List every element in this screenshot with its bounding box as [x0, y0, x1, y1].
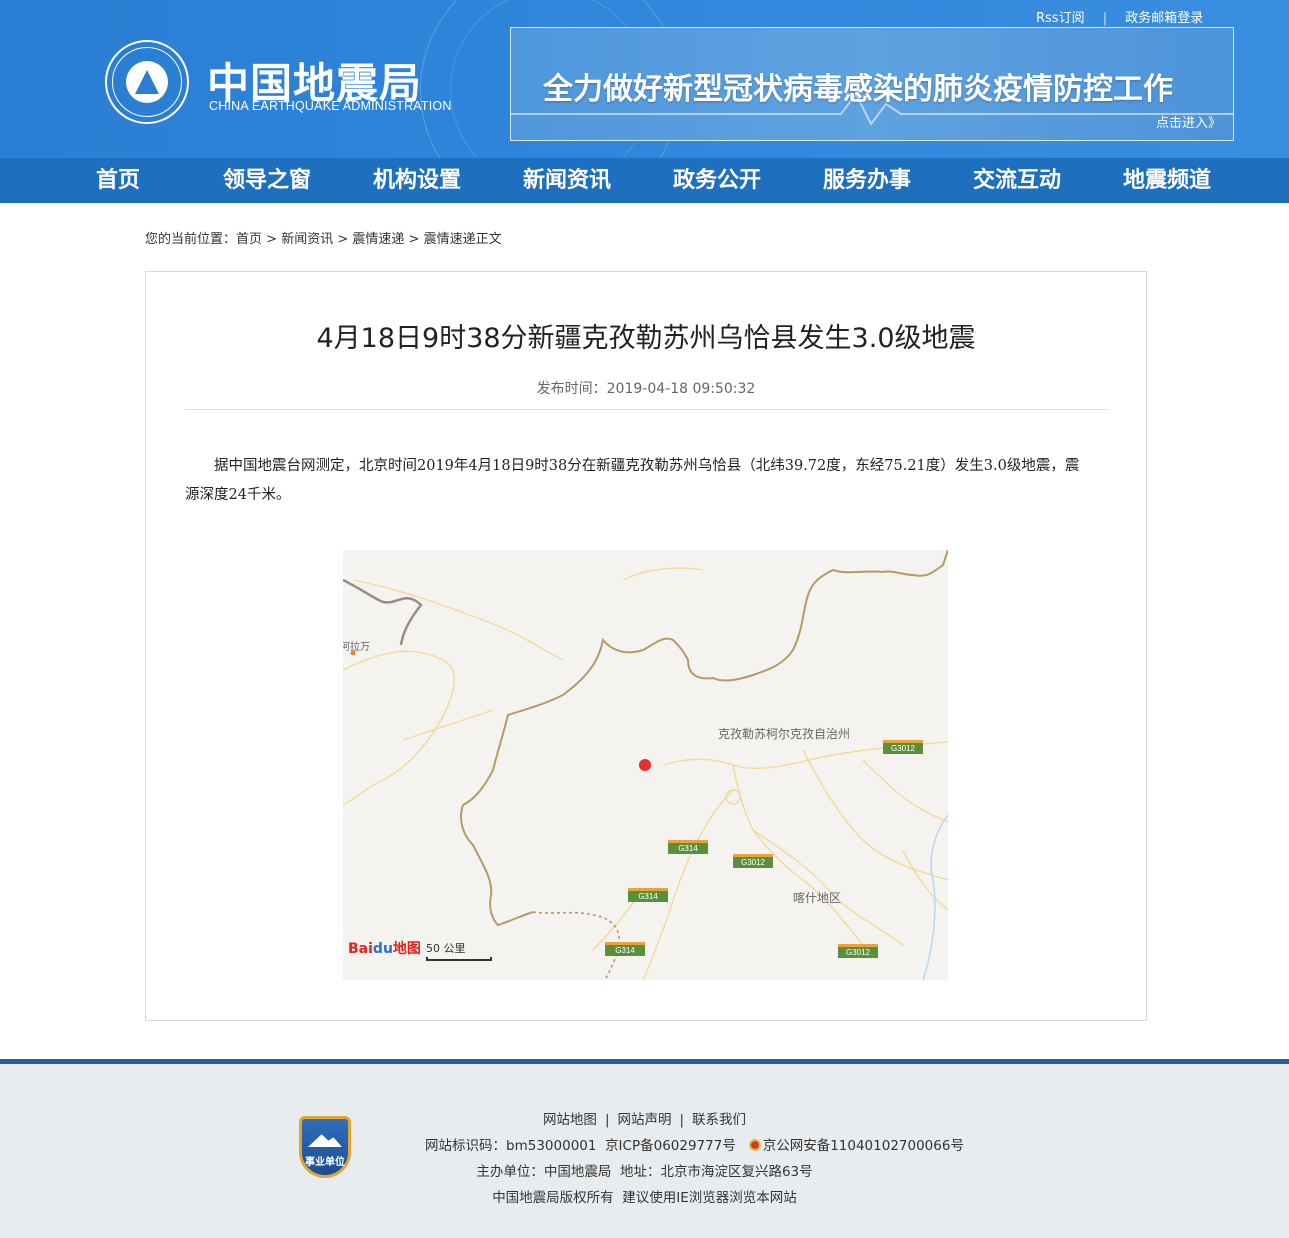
article-container: 4月18日9时38分新疆克孜勒苏州乌恰县发生3.0级地震 发布时间：2019-0…	[145, 271, 1147, 1021]
baidu-map-logo[interactable]: Baidu地图	[348, 938, 421, 958]
highway-shield: G314	[605, 942, 645, 956]
highway-shield: G3012	[838, 944, 878, 958]
map-label-town: 阿拉万	[343, 642, 370, 653]
breadcrumb-item[interactable]: 新闻资讯	[281, 232, 333, 247]
browser-note: 建议使用IE浏览器浏览本网站	[622, 1190, 797, 1206]
host-address: 地址：北京市海淀区复兴路63号	[619, 1164, 813, 1180]
article-title: 4月18日9时38分新疆克孜勒苏州乌恰县发生3.0级地震	[316, 323, 976, 354]
nav-item-news[interactable]: 新闻资讯	[523, 158, 611, 203]
nav-item-earthquake-channel[interactable]: 地震频道	[1123, 158, 1211, 203]
map-label-kizilsu: 克孜勒苏柯尔克孜自治州	[718, 727, 851, 741]
footer-links: 网站地图 | 网站声明 | 联系我们	[542, 1112, 747, 1128]
mail-login-link[interactable]: 政务邮箱登录	[1125, 7, 1203, 26]
site-logo-en: CHINA EARTHQUAKE ADMINISTRATION	[209, 99, 452, 113]
highway-shield: G314	[668, 840, 708, 854]
map-label-kashgar: 喀什地区	[793, 891, 842, 905]
map-scale-bar	[426, 957, 492, 961]
nav-item-services[interactable]: 服务办事	[823, 158, 911, 203]
nav-item-leaders[interactable]: 领导之窗	[223, 158, 311, 203]
epicenter-marker-icon[interactable]	[639, 759, 651, 771]
footer-link-contact[interactable]: 联系我们	[692, 1112, 746, 1128]
breadcrumb: 您的当前位置：首页 > 新闻资讯 > 震情速递 > 震情速递正文	[145, 228, 502, 247]
banner-enter-link[interactable]: 点击进入》	[1156, 112, 1221, 131]
breadcrumb-item[interactable]: 首页	[236, 232, 262, 247]
banner-title: 全力做好新型冠状病毒感染的肺炎疫情防控工作	[543, 72, 1173, 107]
breadcrumb-prefix: 您的当前位置：	[145, 232, 237, 247]
campaign-banner[interactable]: 全力做好新型冠状病毒感染的肺炎疫情防控工作 点击进入》	[510, 27, 1234, 141]
footer-link-statement[interactable]: 网站声明	[618, 1112, 672, 1128]
date-value: 2019-04-18 09:50:32	[606, 381, 756, 397]
highway-shield: G3012	[883, 740, 923, 754]
breadcrumb-current: 震情速递正文	[423, 232, 502, 247]
breadcrumb-separator: >	[262, 232, 282, 247]
rss-link[interactable]: Rss订阅	[1036, 7, 1085, 26]
nav-item-organization[interactable]: 机构设置	[373, 158, 461, 203]
icp-link[interactable]: 京ICP备06029777号	[605, 1138, 736, 1154]
breadcrumb-separator: >	[404, 232, 424, 247]
site-id: 网站标识码：bm53000001	[425, 1138, 597, 1154]
top-links: Rss订阅 | 政务邮箱登录	[1036, 7, 1203, 26]
footer-copyright: 中国地震局版权所有 建议使用IE浏览器浏览本网站	[0, 1186, 1289, 1206]
date-label: 发布时间：	[536, 381, 607, 397]
site-footer: 事业单位 网站地图 | 网站声明 | 联系我们 网站标识码：bm53000001 京IC…	[0, 1059, 1289, 1238]
emblem-logo-icon[interactable]	[105, 40, 189, 124]
footer-link-sitemap[interactable]: 网站地图	[543, 1112, 597, 1128]
article-date: 发布时间：2019-04-18 09:50:32	[146, 378, 1146, 398]
copyright: 中国地震局版权所有	[492, 1190, 614, 1206]
highway-shield: G3012	[733, 854, 773, 868]
main-nav: 首页 领导之窗 机构设置 新闻资讯 政务公开 服务办事 交流互动 地震频道	[0, 158, 1289, 203]
police-record-link[interactable]: 京公网安备11040102700066号	[763, 1138, 964, 1154]
host-unit: 主办单位：中国地震局	[476, 1164, 612, 1180]
breadcrumb-separator: >	[333, 232, 353, 247]
epicenter-map[interactable]: 克孜勒苏柯尔克孜自治州 喀什地区 阿拉万 G3012 G314 G3012 G3…	[343, 550, 948, 980]
nav-item-interaction[interactable]: 交流互动	[973, 158, 1061, 203]
police-badge-icon	[748, 1139, 761, 1151]
breadcrumb-item[interactable]: 震情速递	[352, 232, 404, 247]
site-header: Rss订阅 | 政务邮箱登录 中国地震局 CHINA EARTHQUAKE AD…	[0, 0, 1289, 158]
footer-registration: 网站标识码：bm53000001 京ICP备06029777号 京公网安备110…	[50, 1134, 1289, 1154]
footer-host: 主办单位：中国地震局 地址：北京市海淀区复兴路63号	[0, 1160, 1289, 1180]
nav-item-home[interactable]: 首页	[96, 158, 140, 203]
article-body: 据中国地震台网测定，北京时间2019年4月18日9时38分在新疆克孜勒苏州乌恰县…	[185, 458, 1080, 503]
separator: |	[1102, 11, 1108, 26]
map-scale-label: 50 公里	[426, 942, 466, 955]
divider	[185, 409, 1107, 410]
highway-shield: G314	[628, 888, 668, 902]
nav-item-government-affairs[interactable]: 政务公开	[673, 158, 761, 203]
